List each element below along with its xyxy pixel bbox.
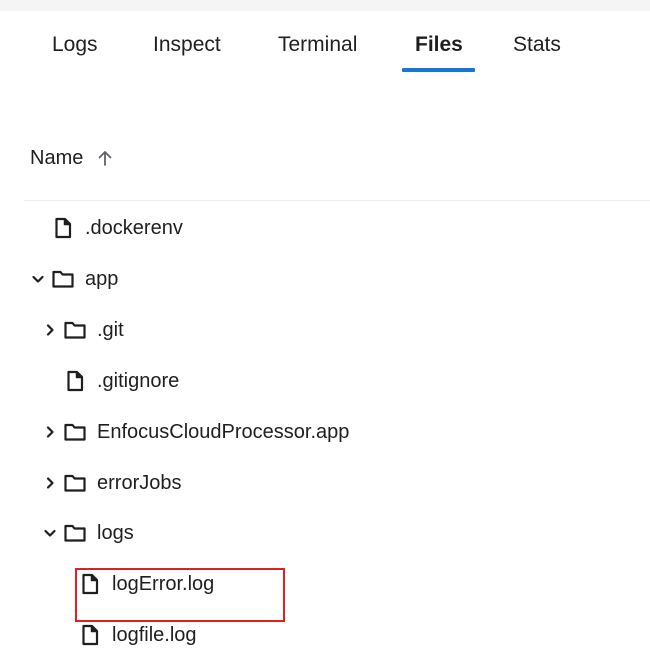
folder-row-logs[interactable]: logs (42, 516, 134, 550)
sort-ascending-icon[interactable] (95, 148, 115, 168)
folder-name: .git (97, 318, 124, 341)
file-row-dockerenv[interactable]: .dockerenv (30, 211, 183, 245)
folder-name: EnfocusCloudProcessor.app (97, 420, 350, 443)
file-row-log-error[interactable]: logError.log (57, 567, 214, 601)
folder-name: app (85, 267, 119, 290)
chevron-down-icon[interactable] (42, 525, 58, 541)
tab-bar: Logs Inspect Terminal Files Stats (12, 11, 650, 77)
folder-icon (51, 267, 75, 291)
folder-icon (63, 318, 87, 342)
file-name: logError.log (112, 572, 215, 595)
file-icon (63, 369, 87, 393)
file-icon (78, 623, 102, 647)
chevron-right-icon[interactable] (42, 475, 58, 491)
folder-icon (63, 471, 87, 495)
active-tab-indicator (402, 68, 475, 72)
folder-row-git[interactable]: .git (42, 313, 124, 347)
file-icon (51, 216, 75, 240)
file-name: .dockerenv (85, 216, 183, 239)
files-panel: Logs Inspect Terminal Files Stats Name .… (12, 11, 650, 672)
tab-files[interactable]: Files (415, 33, 463, 57)
tab-inspect[interactable]: Inspect (153, 33, 221, 57)
folder-name: errorJobs (97, 471, 182, 494)
name-column-header[interactable]: Name (30, 144, 115, 172)
header-divider (24, 200, 650, 201)
file-row-logfile[interactable]: logfile.log (57, 618, 197, 652)
folder-name: logs (97, 521, 134, 544)
folder-row-enfocus-cloud-processor[interactable]: EnfocusCloudProcessor.app (42, 415, 349, 449)
file-name: logfile.log (112, 623, 197, 646)
tab-logs[interactable]: Logs (52, 33, 98, 57)
chevron-right-icon[interactable] (42, 322, 58, 338)
chevron-down-icon[interactable] (30, 271, 46, 287)
top-band (0, 0, 650, 11)
folder-row-app[interactable]: app (30, 262, 118, 296)
chevron-right-icon[interactable] (42, 424, 58, 440)
folder-icon (63, 420, 87, 444)
name-column-label: Name (30, 146, 84, 169)
file-icon (78, 572, 102, 596)
tab-stats[interactable]: Stats (513, 33, 561, 57)
file-name: .gitignore (97, 369, 180, 392)
file-row-gitignore[interactable]: .gitignore (42, 364, 179, 398)
folder-row-error-jobs[interactable]: errorJobs (42, 466, 181, 500)
tab-terminal[interactable]: Terminal (278, 33, 357, 57)
folder-icon (63, 521, 87, 545)
